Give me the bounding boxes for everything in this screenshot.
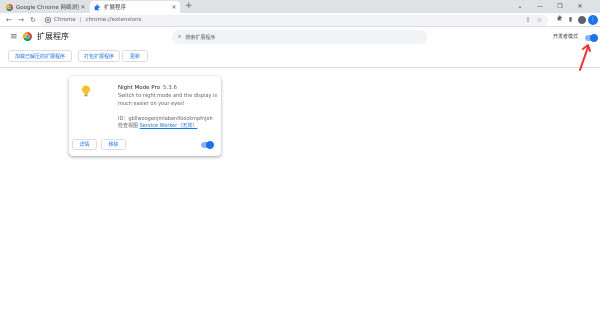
extension-card: Night Mode Pro 5.3.6 Switch to night mode… <box>69 76 221 156</box>
search-input[interactable]: ⌕ 搜索扩展程序 <box>172 30 427 44</box>
close-window-button[interactable]: ✕ <box>570 3 590 10</box>
extensions-header: ≡ 扩展程序 ⌕ 搜索扩展程序 开发者模式 <box>0 28 600 46</box>
chrome-logo-icon <box>23 32 32 41</box>
browser-toolbar: ← → ↻ Chrome | chrome://extensions ⇪ ☆ ▮… <box>0 13 600 27</box>
dev-mode-toggle[interactable] <box>585 34 598 42</box>
tab-label: Google Chrome 网络浏览器 <box>16 5 79 11</box>
address-bar[interactable]: Chrome | chrome://extensions ⇪ ☆ <box>40 14 548 26</box>
reload-icon[interactable]: ↻ <box>28 14 38 26</box>
back-arrow-icon[interactable]: ← <box>4 14 14 26</box>
annotation-arrow-icon <box>579 44 591 71</box>
tab-extensions[interactable]: 扩展程序 ✕ <box>90 1 180 13</box>
toggle-knob <box>206 141 214 149</box>
new-tab-button[interactable]: + <box>185 0 193 13</box>
chrome-icon <box>6 3 13 11</box>
extension-version: 5.3.6 <box>162 85 177 91</box>
side-panel-icon[interactable]: ▮ <box>565 14 576 26</box>
menu-kebab-icon[interactable]: ⋮ <box>588 15 598 25</box>
tab-search-chevron-icon[interactable]: ⌄ <box>510 3 530 10</box>
site-info[interactable]: Chrome <box>45 17 76 23</box>
extensions-puzzle-icon[interactable] <box>554 14 565 26</box>
puzzle-icon <box>94 3 101 11</box>
id-label: ID： <box>118 116 129 122</box>
search-placeholder: 搜索扩展程序 <box>185 34 216 41</box>
chrome-site-icon <box>45 17 51 23</box>
avatar[interactable] <box>578 16 586 24</box>
action-bar: 加载已解压的扩展程序 打包扩展程序 更新 <box>0 46 600 68</box>
extension-name: Night Mode Pro <box>118 85 160 91</box>
inspect-views: 检查视图 Service Worker（无效） <box>118 123 197 130</box>
toolbar-actions: ▮ ⋮ <box>554 14 600 26</box>
dev-mode-label: 开发者模式 <box>553 34 579 40</box>
extension-name-line: Night Mode Pro 5.3.6 <box>118 84 177 92</box>
share-icon[interactable]: ⇪ <box>526 17 531 24</box>
tab-chrome-browser[interactable]: Google Chrome 网络浏览器 ✕ <box>2 1 89 13</box>
remove-button[interactable]: 移除 <box>101 139 126 150</box>
service-worker-link[interactable]: Service Worker（无效） <box>140 123 198 129</box>
tab-label: 扩展程序 <box>104 5 127 11</box>
bookmark-star-icon[interactable]: ☆ <box>537 17 542 24</box>
close-icon[interactable]: ✕ <box>79 4 87 11</box>
restore-button[interactable]: ❐ <box>550 3 570 10</box>
pack-extension-button[interactable]: 打包扩展程序 <box>78 50 120 62</box>
search-icon: ⌕ <box>178 33 182 40</box>
details-button[interactable]: 详情 <box>72 139 97 150</box>
toggle-knob <box>590 34 598 42</box>
lightbulb-icon <box>82 85 90 97</box>
hamburger-menu-icon[interactable]: ≡ <box>10 32 18 42</box>
forward-arrow-icon[interactable]: → <box>16 14 26 26</box>
load-unpacked-button[interactable]: 加载已解压的扩展程序 <box>8 50 72 62</box>
divider: | <box>79 17 82 23</box>
id-value: gbllwoogenjmlabenlfoockmpfnjoh <box>128 116 213 122</box>
inspect-label: 检查视图 <box>118 123 139 129</box>
window-controls: ⌄ — ❐ ✕ <box>510 0 590 13</box>
minimize-button[interactable]: — <box>530 3 550 10</box>
omnibox-actions: ⇪ ☆ <box>526 15 542 26</box>
url-text: chrome://extensions <box>85 17 142 23</box>
extension-id: ID：gbllwoogenjmlabenlfoockmpfnjoh <box>118 116 213 123</box>
close-icon[interactable]: ✕ <box>170 4 178 11</box>
extension-enable-toggle[interactable] <box>201 141 214 149</box>
extension-description: Switch to night mode and the display is … <box>118 93 218 107</box>
update-button[interactable]: 更新 <box>122 50 148 62</box>
page-title: 扩展程序 <box>37 32 69 41</box>
site-label: Chrome <box>54 17 76 23</box>
tab-strip: Google Chrome 网络浏览器 ✕ 扩展程序 ✕ + ⌄ — ❐ ✕ <box>0 0 600 13</box>
